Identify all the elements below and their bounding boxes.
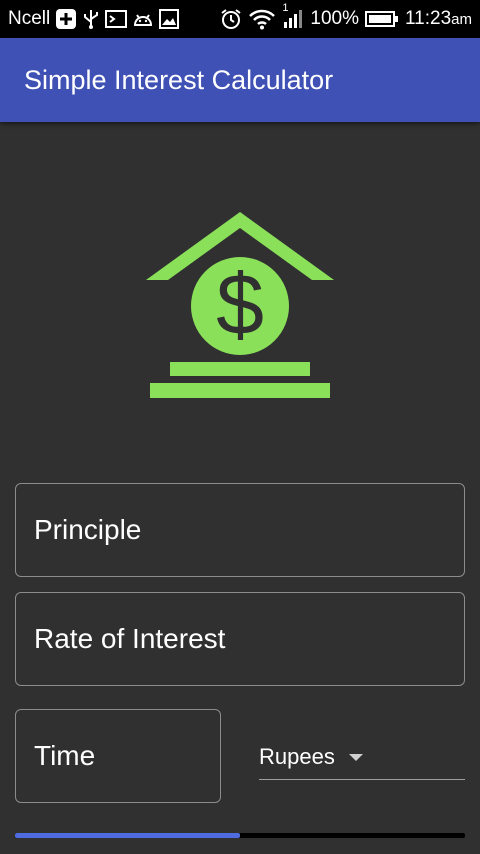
alarm-icon — [220, 8, 242, 30]
carrier-label: Ncell — [8, 8, 51, 29]
currency-dropdown[interactable]: Rupees — [259, 735, 465, 780]
time-placeholder: Time — [34, 740, 96, 771]
app-title: Simple Interest Calculator — [24, 64, 334, 95]
battery-icon — [365, 10, 399, 28]
image-icon — [159, 9, 180, 29]
sim-indicator: 1 — [282, 2, 289, 14]
wifi-icon — [248, 8, 276, 30]
clock-time: 11:23 — [405, 8, 452, 29]
signal-icon: 1 — [282, 2, 304, 30]
caret-down-icon — [348, 753, 363, 761]
progress-bar — [15, 833, 465, 838]
rate-placeholder: Rate of Interest — [34, 623, 226, 654]
clock: 11:23am — [405, 8, 472, 30]
time-field[interactable]: Time — [15, 709, 221, 803]
currency-selected: Rupees — [259, 744, 335, 769]
bank-dollar-icon: $ — [146, 212, 334, 400]
dollar-glyph: $ — [216, 257, 264, 353]
usb-icon — [82, 8, 100, 30]
status-bar: Ncell 1 100% 11:23am — [0, 0, 480, 38]
principle-placeholder: Principle — [34, 514, 142, 545]
android-icon — [132, 9, 154, 29]
principle-field[interactable]: Principle — [15, 483, 465, 577]
battery-percent: 100% — [310, 8, 360, 29]
clock-suffix: am — [451, 11, 472, 28]
rate-of-interest-field[interactable]: Rate of Interest — [15, 592, 465, 686]
terminal-icon — [105, 9, 128, 29]
progress-fill — [15, 833, 240, 838]
app-bar: Simple Interest Calculator — [0, 38, 480, 122]
plus-box-icon — [55, 8, 77, 30]
